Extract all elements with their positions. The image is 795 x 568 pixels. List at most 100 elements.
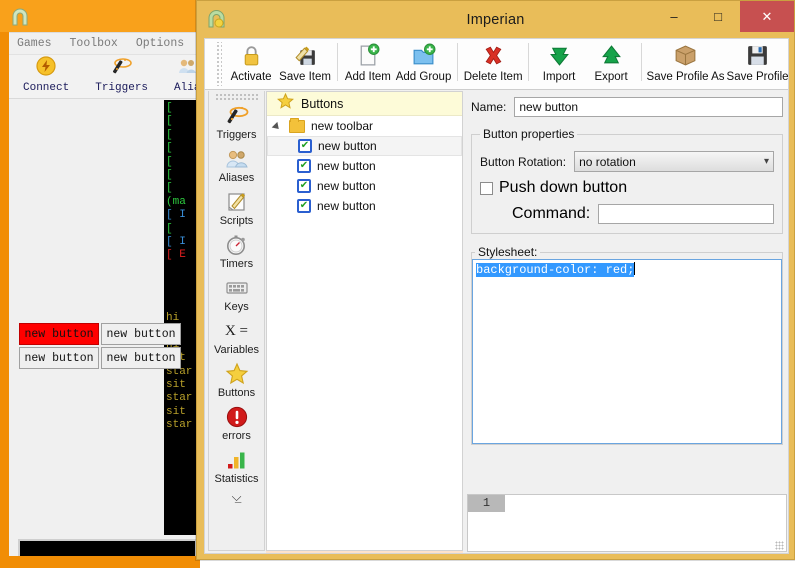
stylesheet-editor[interactable]: background-color: red; [472, 259, 782, 444]
lightning-bolt-icon [23, 55, 69, 77]
add-item-icon [355, 42, 380, 68]
imperian-dialog: Imperian – □ ✕ Activate Save Item Add Item… [196, 0, 795, 560]
connect-button[interactable]: Connect [23, 55, 69, 95]
rail-item-label: errors [222, 430, 251, 442]
rail-item-errors[interactable]: errors [209, 401, 264, 444]
rail-item-statistics[interactable]: Statistics [209, 444, 264, 487]
import-button[interactable]: Import [533, 39, 585, 83]
activate-button[interactable]: Activate [225, 39, 277, 83]
chevron-double-down-icon[interactable]: ⌵̲ [209, 487, 264, 505]
save-profile-as-button[interactable]: Save Profile As [646, 39, 725, 83]
aliases-button[interactable]: Alia [174, 55, 197, 95]
star-icon [209, 361, 264, 387]
floating-button-grid: new button new button new button new but… [19, 323, 188, 369]
rotation-row: Button Rotation: no rotation ▾ [480, 151, 774, 172]
command-row: Command: [480, 204, 774, 224]
add-item-button[interactable]: Add Item [342, 39, 394, 83]
tree-item-new-button-4[interactable]: ✔ new button [267, 196, 462, 216]
maximize-button[interactable]: □ [696, 1, 740, 31]
menu-toolbox[interactable]: Toolbox [70, 37, 118, 50]
variables-icon: X = [224, 322, 249, 339]
terminal-line: [ I [166, 236, 186, 249]
menu-options[interactable]: Options [136, 37, 184, 50]
export-button[interactable]: Export [585, 39, 637, 83]
pushdown-checkbox[interactable] [480, 181, 493, 195]
rail-item-buttons[interactable]: Buttons [209, 358, 264, 401]
resize-grip[interactable] [775, 541, 784, 550]
people-icon [174, 55, 197, 77]
ribbon-separator [528, 43, 530, 81]
floating-button-4[interactable]: new button [101, 347, 181, 369]
floating-button-3[interactable]: new button [19, 347, 99, 369]
rail-item-keys[interactable]: Keys [209, 272, 264, 315]
terminal-line: [ [166, 142, 173, 155]
triggers-button[interactable]: Triggers [95, 55, 148, 95]
save-item-button[interactable]: Save Item [277, 39, 333, 83]
ribbon-separator [641, 43, 642, 81]
stylesheet-value: background-color: red; [476, 263, 635, 277]
checkbox-icon[interactable]: ✔ [297, 179, 311, 193]
checkbox-icon[interactable]: ✔ [297, 159, 311, 173]
ribbon-separator [336, 43, 338, 81]
terminal-output: [[[[[[[(ma[ I[[ I[ E hihihisitstarsitsta… [9, 100, 197, 535]
background-window-titlebar [0, 0, 200, 32]
terminal-lines-upper: [[[[[[[(ma[ I[[ I[ E [166, 102, 197, 263]
terminal-command-input[interactable] [18, 539, 197, 556]
command-input[interactable] [598, 204, 774, 224]
dialog-titlebar[interactable]: Imperian – □ ✕ [197, 1, 794, 38]
script-code-editor[interactable]: 1 [467, 494, 787, 552]
terminal-line: (ma [166, 195, 186, 208]
dialog-body: Activate Save Item Add Item Add Group Delete… [204, 38, 789, 554]
close-button[interactable]: ✕ [740, 1, 794, 32]
tree-header: Buttons [267, 92, 462, 116]
add-group-button[interactable]: Add Group [394, 39, 453, 83]
delete-item-button[interactable]: Delete Item [462, 39, 524, 83]
import-icon [547, 42, 572, 68]
padlock-icon [239, 42, 264, 68]
rail-item-label: Timers [219, 258, 254, 270]
rail-item-label: Keys [224, 301, 249, 313]
rail-item-label: Buttons [217, 387, 256, 399]
ribbon-item-label: Activate [230, 71, 272, 83]
save-profile-button[interactable]: Save Profile [725, 39, 789, 83]
star-icon [276, 92, 295, 114]
checkbox-icon[interactable]: ✔ [298, 139, 312, 153]
ribbon-item-label: Import [542, 71, 576, 83]
terminal-line: star [166, 419, 193, 432]
people-icon [209, 146, 264, 172]
rail-grip[interactable] [215, 93, 258, 100]
package-icon [673, 42, 698, 68]
rail-item-variables[interactable]: X = Variables [209, 315, 264, 358]
ribbon-grip[interactable] [215, 42, 223, 86]
text-caret [634, 262, 636, 275]
terminal-line: sit [166, 405, 186, 418]
rail-item-scripts[interactable]: Scripts [209, 186, 264, 229]
tree-item-new-button-3[interactable]: ✔ new button [267, 176, 462, 196]
terminal-line: [ [166, 115, 173, 128]
background-window-client: Games Toolbox Options Connect Triggers A… [9, 32, 197, 556]
ribbon-item-label: Save Profile [726, 71, 789, 83]
tree-group-new-toolbar[interactable]: new toolbar [267, 116, 462, 136]
floating-button-2[interactable]: new button [101, 323, 181, 345]
tree-item-label: new button [317, 199, 376, 213]
minimize-button[interactable]: – [652, 1, 696, 31]
rail-item-timers[interactable]: Timers [209, 229, 264, 272]
ribbon-separator [457, 43, 459, 81]
ribbon-item-label: Save Item [279, 71, 331, 83]
checkbox-icon[interactable]: ✔ [297, 199, 311, 213]
floppy-disk-icon [745, 42, 770, 68]
floating-button-1[interactable]: new button [19, 323, 99, 345]
pushdown-row[interactable]: Push down button [480, 179, 774, 197]
connect-label: Connect [23, 82, 70, 94]
notepad-pen-icon [209, 189, 264, 215]
terminal-line: [ E [166, 249, 186, 262]
tree-item-new-button-2[interactable]: ✔ new button [267, 156, 462, 176]
rail-item-triggers[interactable]: Triggers [209, 100, 264, 143]
terminal-line: [ [166, 155, 173, 168]
rail-item-aliases[interactable]: Aliases [209, 143, 264, 186]
tree-item-new-button-1[interactable]: ✔ new button [267, 136, 462, 156]
expand-twisty-icon[interactable] [273, 121, 283, 131]
name-input[interactable]: new button [514, 97, 783, 117]
menu-games[interactable]: Games [17, 37, 52, 50]
rotation-select[interactable]: no rotation ▾ [574, 151, 774, 172]
